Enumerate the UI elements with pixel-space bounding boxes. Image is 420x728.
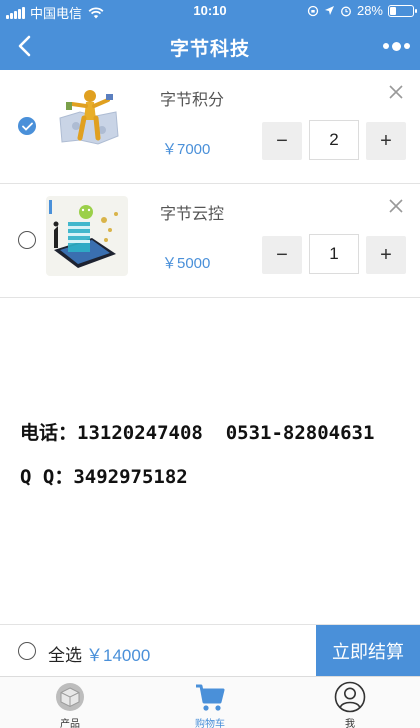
checkout-bar: 全选 ￥14000 立即结算 — [0, 624, 420, 677]
decrease-button[interactable]: − — [262, 122, 302, 160]
box-icon — [56, 683, 84, 711]
more-button[interactable] — [380, 32, 412, 60]
item-checkbox[interactable] — [18, 231, 36, 249]
tab-bar: 产品 购物车 我 — [0, 676, 420, 728]
decrease-button[interactable]: − — [262, 236, 302, 274]
more-dots-icon — [382, 43, 389, 49]
close-icon[interactable] — [386, 82, 406, 102]
tab-cart[interactable]: 购物车 — [140, 677, 280, 728]
checkout-button[interactable]: 立即结算 — [316, 625, 420, 677]
nav-bar: 字节科技 — [0, 22, 420, 70]
shopping-cart-icon — [196, 684, 225, 711]
product-image[interactable] — [46, 196, 128, 276]
item-name: 字节云控 — [160, 206, 225, 223]
battery-percent: 28% — [356, 3, 383, 18]
cart-item: 字节积分 ￥7000 − + — [0, 70, 420, 184]
location-arrow-icon — [324, 6, 334, 15]
item-name: 字节积分 — [160, 92, 225, 109]
quantity-input[interactable] — [309, 234, 359, 274]
contact-phone: 电话：13120247408 0531-82804631 — [20, 422, 375, 444]
quantity-input[interactable] — [309, 120, 359, 160]
user-icon — [334, 681, 366, 713]
contact-qq: Q Q：3492975182 — [20, 466, 188, 488]
battery-icon — [388, 4, 417, 17]
select-all-label: 全选 — [48, 646, 82, 665]
tab-label: 购物车 — [195, 719, 225, 728]
close-icon[interactable] — [386, 196, 406, 216]
battery-level — [390, 6, 397, 15]
item-price: ￥7000 — [162, 141, 211, 158]
checkmark-icon — [21, 122, 33, 131]
increase-button[interactable]: + — [366, 236, 406, 274]
status-right: 28% — [307, 3, 417, 18]
quantity-stepper: − + — [262, 120, 406, 162]
quantity-stepper: − + — [262, 234, 406, 276]
item-price: ￥5000 — [162, 255, 211, 272]
tab-me[interactable]: 我 — [280, 677, 420, 728]
page-title: 字节科技 — [169, 39, 250, 60]
orientation-lock-icon — [307, 5, 319, 16]
increase-button[interactable]: + — [366, 122, 406, 160]
tab-label: 产品 — [60, 719, 80, 728]
status-bar: 中国电信 10:10 28% — [0, 0, 420, 22]
tab-label: 我 — [345, 719, 355, 728]
cart-item: 字节云控 ￥5000 − + — [0, 184, 420, 298]
item-checkbox[interactable] — [18, 117, 36, 135]
select-all-checkbox[interactable] — [18, 642, 36, 660]
total-price: ￥14000 — [86, 646, 151, 665]
alarm-clock-icon — [341, 6, 351, 16]
product-image[interactable] — [46, 82, 128, 162]
tab-products[interactable]: 产品 — [0, 677, 140, 728]
